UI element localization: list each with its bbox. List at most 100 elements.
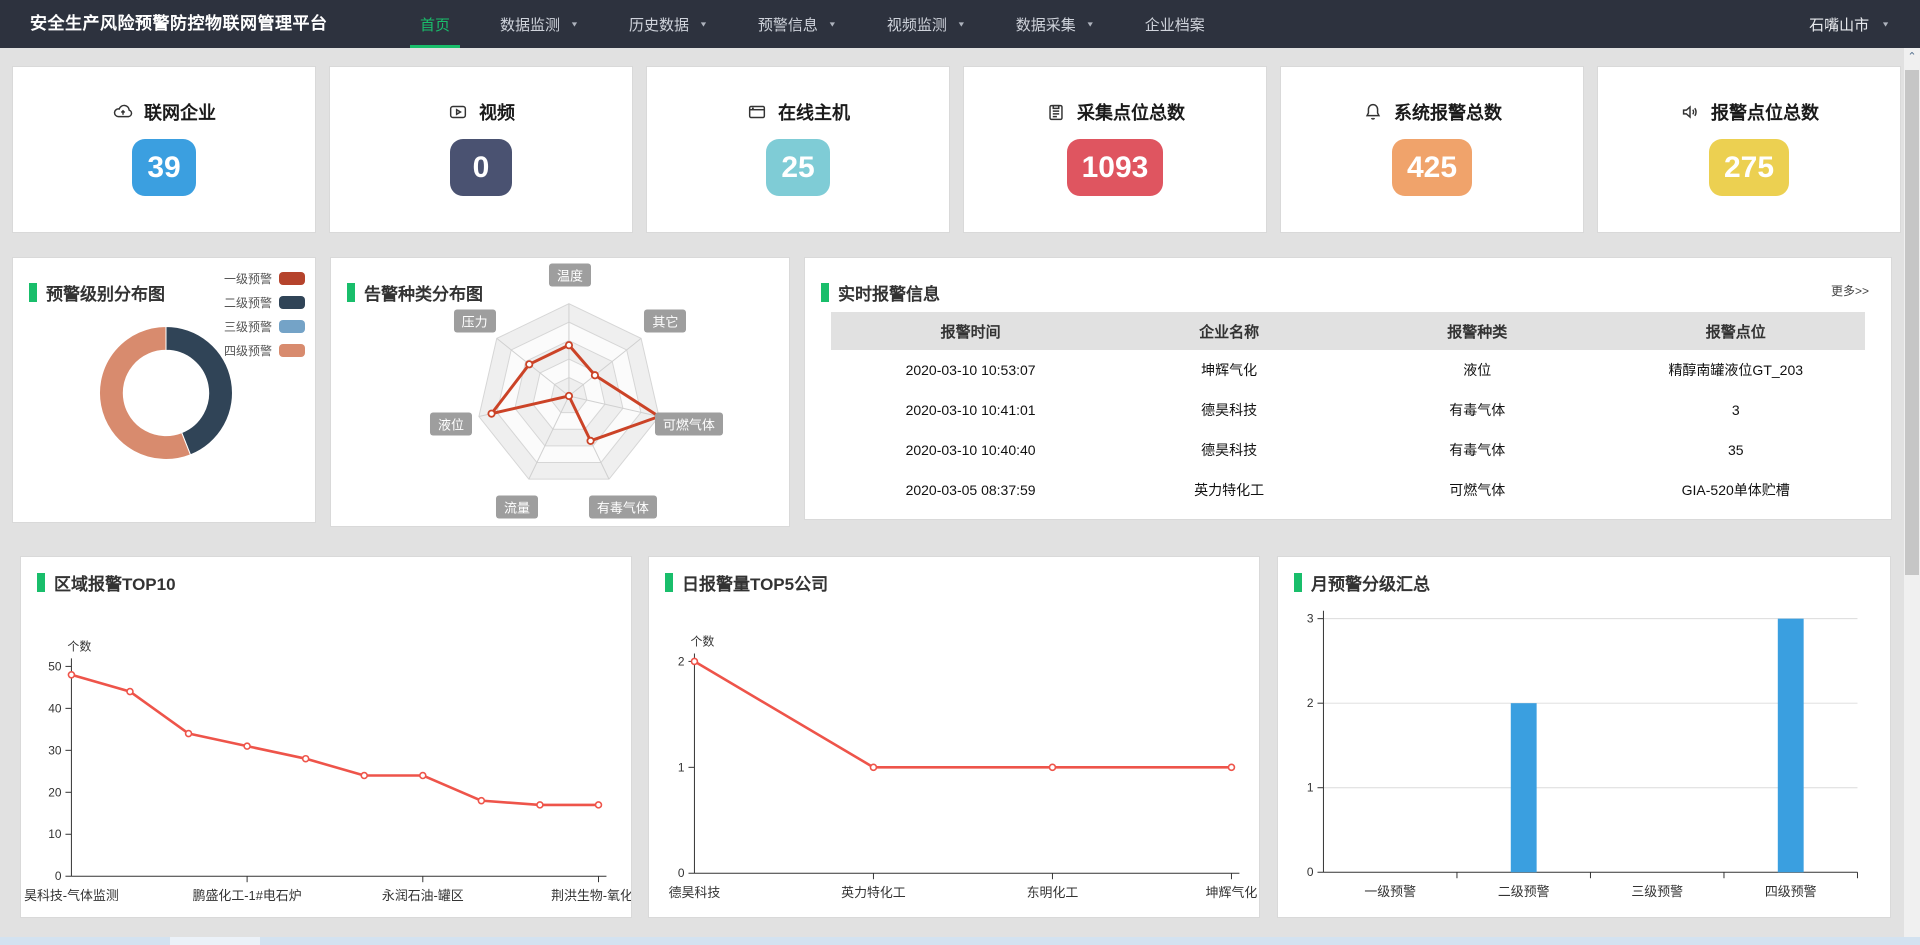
scroll-up-icon[interactable]: ⌃: [1904, 50, 1920, 63]
bell-icon: [1362, 101, 1384, 123]
alarm-type-radar-chart: [331, 258, 789, 526]
speaker-icon: [1679, 101, 1701, 123]
stat-card-collect-points: 采集点位总数 1093: [963, 66, 1267, 233]
nav-item-video-monitor[interactable]: 视频监测▼: [887, 0, 966, 48]
chevron-down-icon: ▼: [1881, 20, 1890, 28]
stat-value-badge: 0: [450, 139, 512, 196]
region-alarm-top10-chart: 0 10 20 30 40 50 个数昊科技-气体监测 鹏盛化工-1#电石炉 永润石油-罐区 荆洪…: [21, 557, 631, 917]
title-bar-icon: [821, 283, 829, 302]
table-row: 2020-03-05 08:37:59英力特化工可燃气体GIA-520单体贮槽: [831, 470, 1865, 510]
alarm-table: 报警时间 企业名称 报警种类 报警点位 2020-03-10 10:53:07坤…: [831, 312, 1865, 510]
radar-axis-label: 液位: [430, 413, 472, 436]
svg-text:40: 40: [48, 701, 62, 715]
monitor-icon: [746, 101, 768, 123]
svg-text:永润石油-罐区: 永润石油-罐区: [382, 888, 464, 903]
nav-item-data-collect[interactable]: 数据采集▼: [1016, 0, 1095, 48]
stat-value-badge: 25: [766, 139, 829, 196]
svg-text:2: 2: [1307, 696, 1314, 710]
stat-card-system-alarms: 系统报警总数 425: [1280, 66, 1584, 233]
svg-text:一级预警: 一级预警: [1364, 884, 1416, 899]
stat-card-online-hosts: 在线主机 25: [646, 66, 950, 233]
cloud-upload-icon: [112, 101, 134, 123]
svg-text:0: 0: [55, 869, 62, 883]
radar-axis-label: 压力: [454, 309, 496, 332]
chevron-down-icon: ▼: [957, 20, 966, 28]
svg-text:荆洪生物-氧化反: 荆洪生物-氧化反: [551, 888, 631, 903]
radar-axis-label: 有毒气体: [589, 495, 657, 518]
realtime-alarm-panel: 实时报警信息 更多>> 报警时间 企业名称 报警种类 报警点位 2020-03-…: [804, 257, 1892, 520]
table-header-row: 报警时间 企业名称 报警种类 报警点位: [831, 312, 1865, 350]
nav-item-history-data[interactable]: 历史数据▼: [629, 0, 708, 48]
stat-label: 系统报警总数: [1394, 99, 1502, 125]
video-icon: [447, 101, 469, 123]
svg-text:30: 30: [48, 743, 62, 757]
svg-text:东明化工: 东明化工: [1027, 885, 1079, 900]
chevron-down-icon: ▼: [699, 20, 708, 28]
more-link[interactable]: 更多>>: [1831, 282, 1869, 299]
svg-text:0: 0: [1307, 865, 1314, 879]
svg-text:鹏盛化工-1#电石炉: 鹏盛化工-1#电石炉: [193, 888, 302, 903]
stat-value-badge: 39: [132, 139, 195, 196]
svg-text:1: 1: [1307, 781, 1314, 795]
svg-text:昊科技-气体监测: 昊科技-气体监测: [24, 888, 119, 903]
radar-axis-label: 其它: [644, 309, 686, 332]
svg-text:1: 1: [678, 760, 685, 774]
stat-label: 报警点位总数: [1711, 99, 1819, 125]
svg-text:个数: 个数: [67, 639, 91, 653]
alarm-type-panel: 告警种类分布图 温度其它可燃气体有毒气体流量液位压力: [330, 257, 790, 527]
nav-item-data-monitor[interactable]: 数据监测▼: [500, 0, 579, 48]
nav-menu: 首页 数据监测▼ 历史数据▼ 预警信息▼ 视频监测▼ 数据采集▼ 企业档案: [420, 0, 1205, 48]
chevron-down-icon: ▼: [1086, 20, 1095, 28]
vertical-scrollbar[interactable]: ⌃: [1904, 48, 1920, 945]
stat-card-video: 视频 0: [329, 66, 633, 233]
table-row: 2020-03-10 10:40:40德昊科技有毒气体35: [831, 430, 1865, 470]
nav-item-warning-info[interactable]: 预警信息▼: [758, 0, 837, 48]
taskbar-edge: [0, 937, 1920, 945]
stat-label: 在线主机: [778, 99, 850, 125]
svg-text:三级预警: 三级预警: [1631, 884, 1683, 899]
nav-item-enterprise-archive[interactable]: 企业档案: [1145, 0, 1205, 48]
stat-value-badge: 1093: [1067, 139, 1164, 196]
radar-axis-label: 温度: [549, 264, 591, 287]
region-alarm-top10-panel: 区域报警TOP10 01020304050个数昊科技-气体监测鹏盛化工-1#电石…: [20, 556, 632, 918]
svg-text:二级预警: 二级预警: [1498, 884, 1550, 899]
chevron-down-icon: ▼: [828, 20, 837, 28]
svg-text:2: 2: [678, 654, 685, 668]
svg-text:0: 0: [678, 866, 685, 880]
monthly-warning-panel: 月预警分级汇总 0123一级预警二级预警三级预警四级预警: [1277, 556, 1891, 918]
app-title: 安全生产风险预警防控物联网管理平台: [30, 0, 328, 48]
taskbar-segment: [170, 937, 260, 945]
stat-label: 视频: [479, 99, 515, 125]
svg-text:10: 10: [48, 827, 62, 841]
svg-text:四级预警: 四级预警: [1765, 884, 1817, 899]
svg-text:德昊科技: 德昊科技: [669, 885, 721, 900]
warning-level-donut-chart: [13, 258, 315, 522]
monthly-warning-bar-chart: 0 1 2 3 一级预警 二级预警 三级预警 四级预警: [1278, 557, 1890, 917]
svg-text:坤辉气化: 坤辉气化: [1206, 885, 1258, 900]
svg-text:3: 3: [1307, 612, 1314, 626]
svg-text:英力特化工: 英力特化工: [841, 885, 906, 900]
svg-text:个数: 个数: [690, 635, 714, 649]
stat-card-connected-enterprises: 联网企业 39: [12, 66, 316, 233]
stat-card-alarm-points: 报警点位总数 275: [1597, 66, 1901, 233]
clipboard-icon: [1045, 101, 1067, 123]
scrollbar-thumb[interactable]: [1905, 70, 1919, 575]
stat-value-badge: 275: [1709, 139, 1789, 196]
svg-text:20: 20: [48, 785, 62, 799]
stat-label: 联网企业: [144, 99, 216, 125]
daily-alarm-top5-chart: 0 1 2 个数德昊科技 英力特化工 东明化工 坤辉气化: [649, 557, 1259, 917]
daily-alarm-top5-panel: 日报警量TOP5公司 012个数德昊科技英力特化工东明化工坤辉气化: [648, 556, 1260, 918]
warning-level-panel: 预警级别分布图 一级预警 二级预警 三级预警 四级预警: [12, 257, 316, 523]
radar-axis-label: 可燃气体: [655, 413, 723, 436]
dashboard-root: 安全生产风险预警防控物联网管理平台 首页 数据监测▼ 历史数据▼ 预警信息▼ 视…: [0, 0, 1920, 945]
chevron-down-icon: ▼: [570, 20, 579, 28]
table-row: 2020-03-10 10:41:01德昊科技有毒气体3: [831, 390, 1865, 430]
stat-label: 采集点位总数: [1077, 99, 1185, 125]
radar-axis-label: 流量: [496, 495, 538, 518]
region-selector[interactable]: 石嘴山市 ▼: [1809, 0, 1890, 48]
panel-title: 实时报警信息: [821, 280, 1891, 305]
top-nav: 安全生产风险预警防控物联网管理平台 首页 数据监测▼ 历史数据▼ 预警信息▼ 视…: [0, 0, 1920, 48]
stat-value-badge: 425: [1392, 139, 1472, 196]
svg-text:50: 50: [48, 659, 62, 673]
nav-item-home[interactable]: 首页: [420, 0, 450, 48]
